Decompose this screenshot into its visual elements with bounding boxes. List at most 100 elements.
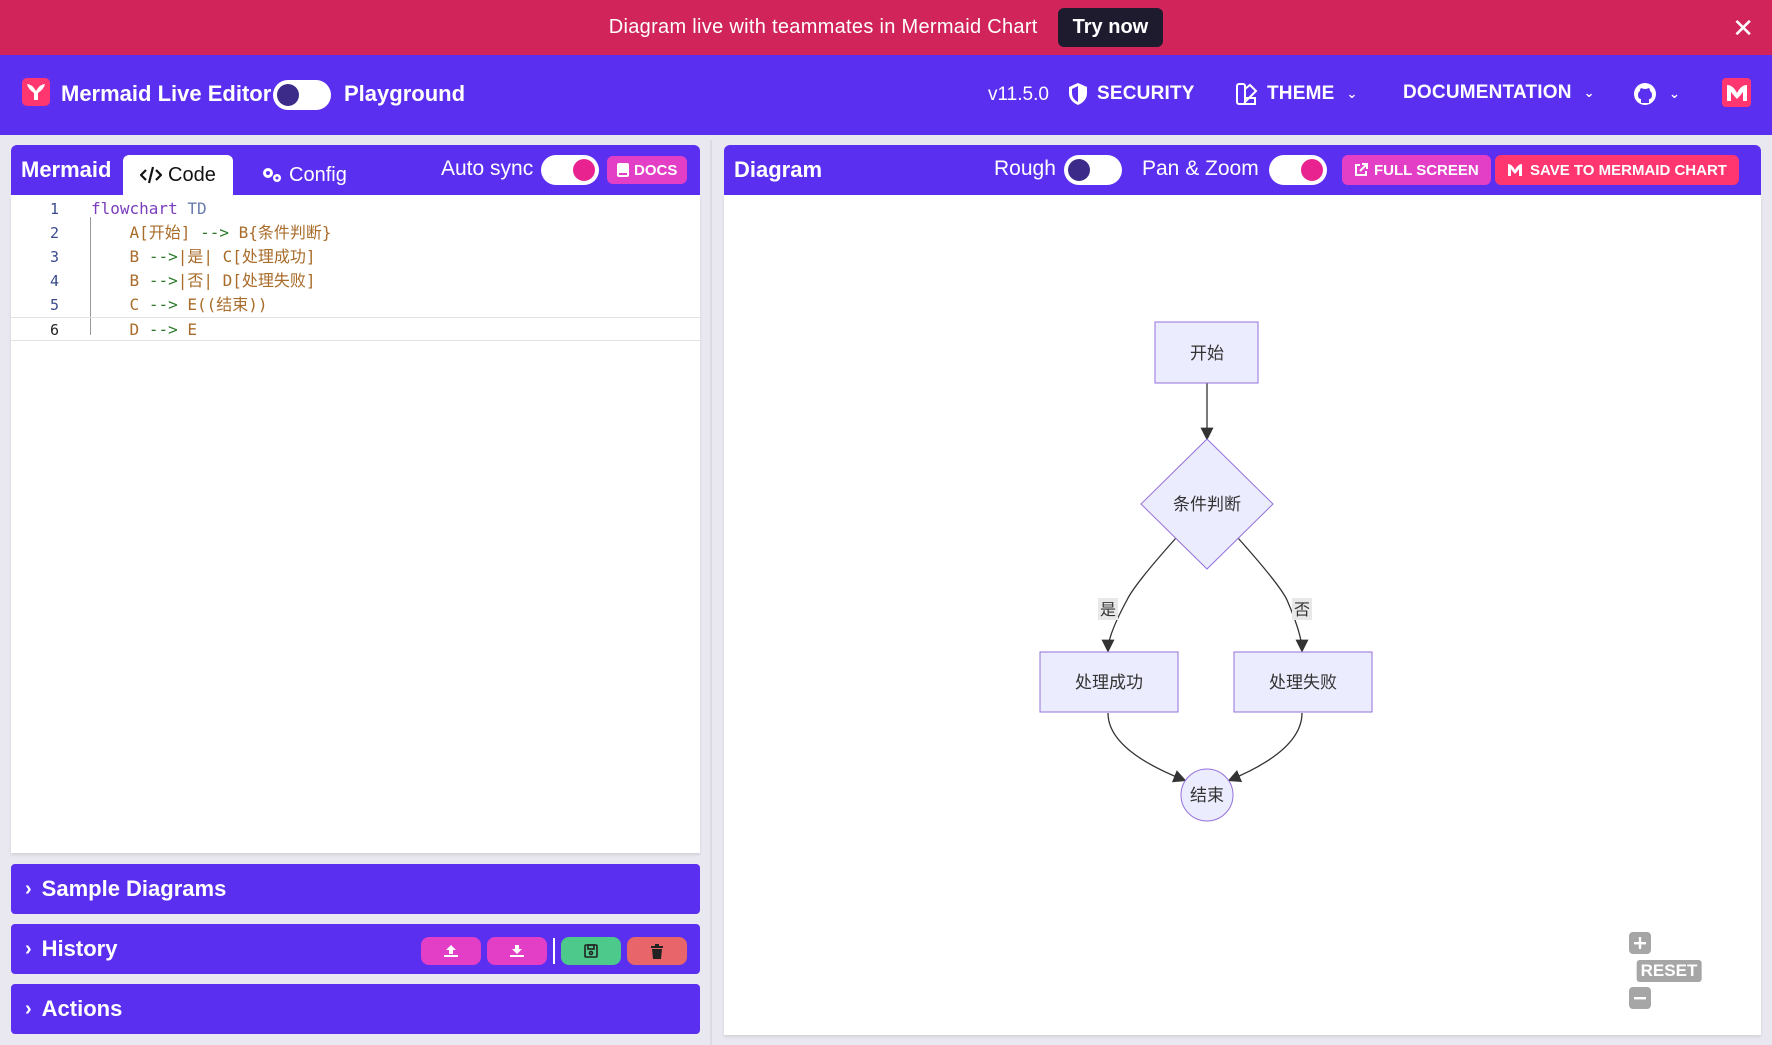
documentation-label: DOCUMENTATION [1403,82,1572,103]
security-menu[interactable]: SECURITY [1067,82,1195,106]
mermaid-chart-logo-icon[interactable] [1722,78,1751,107]
banner-text: Diagram live with teammates in Mermaid C… [608,16,1038,38]
code-text: B -->|否| D[处理失败] [91,269,316,293]
sample-diagrams-accordion[interactable]: › Sample Diagrams [11,864,700,914]
playground-label: Playground [344,81,466,106]
auto-sync-toggle[interactable] [541,155,599,185]
code-token: B{条件判断} [238,223,332,242]
code-token: TD [187,199,207,218]
version-label: v11.5.0 [988,84,1049,105]
save-history-button[interactable] [561,937,621,965]
pan-zoom-toggle[interactable] [1269,155,1327,185]
node-failure-label: 处理失败 [1269,673,1337,693]
edge-label-no: 否 [1294,600,1310,619]
edge-decision-success [1101,537,1177,653]
line-number: 6 [49,321,59,339]
code-token: flowchart [91,199,178,218]
panel-resize-handle[interactable] [710,140,712,1045]
download-history-button[interactable] [487,937,547,965]
edge-failure-end [1227,712,1303,782]
zoom-in-button[interactable] [1629,932,1651,959]
chevron-down-icon: ⌄ [1583,85,1595,100]
external-link-icon [1355,163,1368,176]
code-text: B -->|是| C[处理成功] [91,245,316,269]
code-token: E((结束)) [187,295,268,314]
tab-config-label: Config [289,163,347,186]
edge-decision-failure [1237,537,1309,653]
close-icon[interactable]: ✕ [1732,13,1754,44]
github-menu[interactable]: ⌄ [1633,82,1680,106]
code-line[interactable]: 6 D --> E [11,317,700,341]
code-text: C --> E((结束)) [91,293,268,317]
mermaid-logo-icon[interactable] [22,78,50,106]
code-token: D [129,320,140,339]
zoom-reset-button[interactable]: RESET [1636,960,1702,982]
separator [553,938,555,964]
floppy-icon [584,944,598,958]
rough-toggle[interactable] [1064,155,1122,185]
zoom-out-button[interactable] [1629,987,1651,1014]
code-token: C[处理成功] [222,247,316,266]
playground-toggle[interactable] [273,80,331,110]
code-token: --> [148,271,178,290]
line-number: 4 [49,272,59,290]
pan-zoom-label: Pan & Zoom [1142,157,1259,180]
code-token: |是| [177,247,213,266]
chevron-down-icon: ⌄ [1669,86,1681,101]
code-line[interactable]: 3 B -->|是| C[处理成功] [11,245,700,269]
full-screen-button[interactable]: FULL SCREEN [1342,155,1491,185]
editor-panel-title: Mermaid [21,157,112,182]
code-token: --> [148,295,178,314]
mermaid-chart-icon [1508,164,1522,176]
code-editor[interactable]: 1 flowchart TD 2 A[开始] --> B{条件判断} 3 B -->|… [11,195,700,853]
code-line[interactable]: 4 B -->|否| D[处理失败] [11,269,700,293]
node-end-label: 结束 [1190,786,1224,806]
code-token: --> [148,320,178,339]
download-icon [510,945,524,957]
upload-icon [444,945,458,957]
code-icon [140,166,162,184]
chevron-down-icon: ⌄ [1346,86,1358,101]
code-line[interactable]: 2 A[开始] --> B{条件判断} [11,221,700,245]
code-line[interactable]: 5 C --> E((结束)) [11,293,700,317]
github-icon [1634,83,1656,105]
code-token: |否| [177,271,213,290]
security-label: SECURITY [1097,83,1195,104]
code-line[interactable]: 1 flowchart TD [11,197,700,221]
delete-history-button[interactable] [627,937,687,965]
code-token: C [129,295,140,314]
docs-label: DOCS [634,161,678,179]
try-now-button[interactable]: Try now [1057,8,1164,47]
diagram-canvas[interactable]: 是 否 开始 条件判断 处理成功 处理失败 结束 RESET [724,195,1761,1035]
book-icon [617,163,629,177]
code-token: --> [148,247,178,266]
promo-banner: Diagram live with teammates in Mermaid C… [0,0,1772,55]
rough-label: Rough [994,157,1056,180]
code-text: A[开始] --> B{条件判断} [91,221,332,245]
docs-button[interactable]: DOCS [607,156,688,184]
tab-code[interactable]: Code [123,155,233,195]
save-to-mermaid-chart-button[interactable]: SAVE TO MERMAID CHART [1495,155,1739,185]
documentation-menu[interactable]: DOCUMENTATION ⌄ [1403,82,1595,104]
node-start-label: 开始 [1190,344,1224,364]
theme-menu[interactable]: THEME ⌄ [1235,82,1358,106]
code-text: flowchart TD [91,197,207,221]
upload-history-button[interactable] [421,937,481,965]
actions-accordion[interactable]: › Actions [11,984,700,1034]
line-number: 1 [49,200,59,218]
history-accordion[interactable]: › History [11,924,700,974]
history-label: History [41,936,118,961]
tab-config[interactable]: Config [244,155,364,195]
app-title: Mermaid Live Editor [61,81,272,106]
flowchart-svg: 是 否 开始 条件判断 处理成功 处理失败 结束 [1039,321,1373,822]
